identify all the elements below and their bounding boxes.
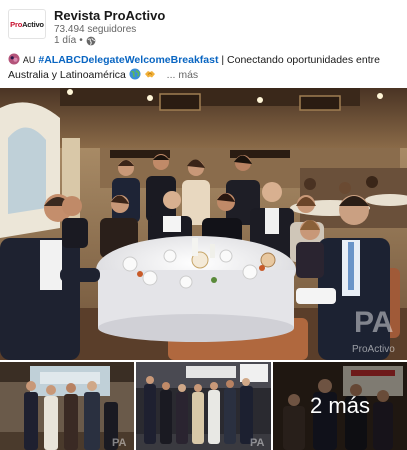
photo-thumbnail-1[interactable]: PA	[0, 362, 134, 450]
handshake-icon	[144, 71, 155, 78]
photo-thumbnail-3[interactable]: 2 más	[273, 362, 407, 450]
group-photo-image: PA ProActivo	[0, 88, 407, 360]
thumbnail-1-image: PA	[0, 362, 134, 450]
watermark-pa-2: PA	[250, 437, 265, 449]
watermark-text-main: ProActivo	[352, 344, 395, 355]
post-time: 1 día	[54, 35, 77, 46]
globe-icon	[86, 36, 96, 45]
meta-separator: •	[79, 35, 83, 46]
logo-text: ProActivo	[10, 19, 44, 29]
watermark-pa-main: PA	[354, 306, 393, 339]
australia-icon	[8, 53, 20, 65]
more-photos-overlay[interactable]: 2 más	[273, 362, 407, 450]
post-header: ProActivo Revista ProActivo 73.494 segui…	[0, 0, 407, 50]
more-photos-label: 2 más	[310, 393, 370, 418]
thumbnail-2-image: PA	[136, 362, 271, 450]
post-meta: 1 día •	[54, 35, 96, 46]
author-name[interactable]: Revista ProActivo	[54, 8, 165, 23]
main-photo[interactable]: PA ProActivo	[0, 88, 407, 360]
text-prefix: AU	[22, 55, 36, 65]
post-text: AU #ALABCDelegateWelcomeBreakfast | Cone…	[8, 53, 400, 83]
watermark-pa-1: PA	[112, 437, 127, 449]
see-more-link[interactable]: ... más	[167, 69, 199, 81]
author-logo[interactable]: ProActivo	[8, 9, 46, 39]
hashtag-link[interactable]: #ALABCDelegateWelcomeBreakfast	[38, 54, 218, 66]
follower-count: 73.494 seguidores	[54, 24, 137, 35]
globe-emoji-icon	[129, 68, 141, 80]
photo-thumbnail-2[interactable]: PA	[136, 362, 271, 450]
